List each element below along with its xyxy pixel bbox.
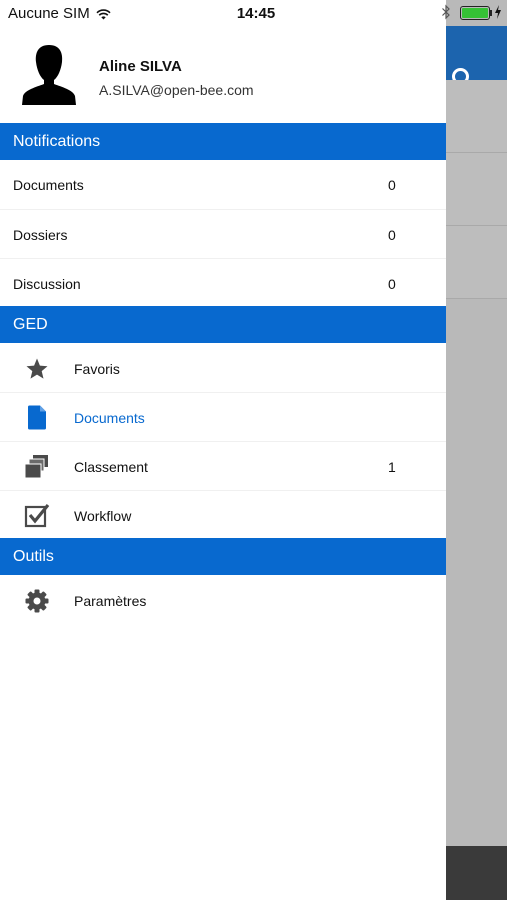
battery-level (462, 8, 488, 18)
nav-item-label: Workflow (74, 507, 132, 524)
nav-item-documents[interactable]: Documents (0, 393, 446, 442)
background-toolbar (446, 846, 507, 900)
notification-label: Dossiers (13, 226, 68, 243)
nav-item-favoris[interactable]: Favoris (0, 344, 446, 393)
notification-count: 0 (388, 226, 396, 243)
nav-item-classement[interactable]: Classement 1 (0, 442, 446, 491)
document-icon (24, 405, 50, 431)
notification-row-discussion[interactable]: Discussion 0 (0, 259, 446, 308)
notification-row-documents[interactable]: Documents 0 (0, 160, 446, 209)
section-title: GED (13, 315, 48, 333)
bluetooth-icon (442, 4, 450, 20)
notification-label: Discussion (13, 275, 81, 292)
notification-count: 0 (388, 176, 396, 193)
user-profile[interactable]: Aline SILVA A.SILVA@open-bee.com (0, 26, 446, 123)
background-header (446, 26, 507, 91)
nav-item-label: Classement (74, 458, 148, 475)
nav-item-workflow[interactable]: Workflow (0, 491, 446, 540)
section-header-notifications: Notifications (0, 123, 446, 160)
nav-item-label: Paramètres (74, 592, 147, 609)
section-header-outils: Outils (0, 538, 446, 575)
user-email: A.SILVA@open-bee.com (99, 82, 254, 98)
nav-item-label: Favoris (74, 360, 120, 377)
nav-item-parametres[interactable]: Paramètres (0, 576, 446, 625)
checkbox-icon (24, 503, 50, 529)
battery-icon (460, 6, 490, 20)
user-name: Aline SILVA (99, 58, 182, 75)
background-list-row (446, 153, 507, 226)
background-list-row (446, 226, 507, 299)
boxes-icon (24, 454, 50, 480)
status-time: 14:45 (236, 5, 276, 22)
side-drawer: Aline SILVA A.SILVA@open-bee.com Notific… (0, 26, 446, 900)
status-bar: Aucune SIM 14:45 (0, 0, 507, 26)
background-app (446, 0, 507, 900)
gear-icon (24, 588, 50, 614)
charging-icon (495, 5, 501, 19)
notification-row-dossiers[interactable]: Dossiers 0 (0, 210, 446, 259)
nav-item-count: 1 (388, 458, 396, 475)
section-title: Outils (13, 547, 54, 565)
background-list-row (446, 80, 507, 153)
notification-count: 0 (388, 275, 396, 292)
avatar (22, 45, 76, 105)
star-icon (24, 356, 50, 382)
battery-tip (490, 10, 492, 16)
notification-label: Documents (13, 176, 84, 193)
nav-item-label: Documents (74, 409, 145, 426)
section-header-ged: GED (0, 306, 446, 343)
section-title: Notifications (13, 132, 101, 150)
